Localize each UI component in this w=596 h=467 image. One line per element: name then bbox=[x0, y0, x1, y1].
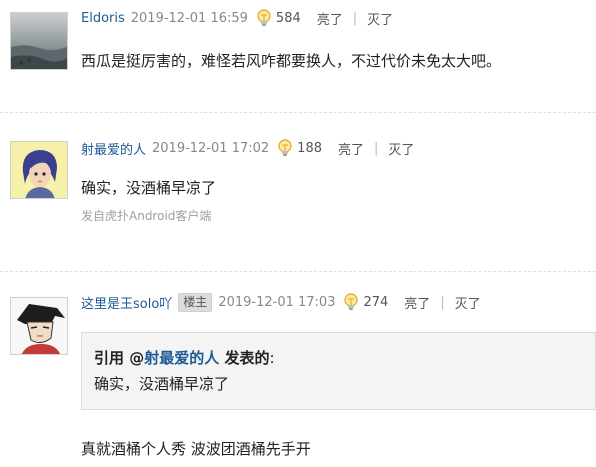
separator: | bbox=[374, 140, 379, 156]
avatar[interactable] bbox=[10, 297, 68, 355]
username[interactable]: 射最爱的人 bbox=[81, 139, 146, 158]
separator: | bbox=[352, 10, 358, 26]
post-source: 发自虎扑Android客户端 bbox=[81, 209, 212, 223]
light-button[interactable]: 亮了 bbox=[338, 139, 364, 158]
post-time: 2019-12-01 17:02 bbox=[152, 140, 270, 156]
quote-prefix: 引用 @ bbox=[94, 349, 145, 367]
post-time: 2019-12-01 17:03 bbox=[218, 294, 336, 310]
quote-colon: : bbox=[269, 349, 275, 367]
extinguish-button[interactable]: 灭了 bbox=[388, 139, 414, 158]
lightbulb-icon bbox=[256, 9, 272, 27]
lightbulb-icon bbox=[277, 139, 293, 157]
light-count: 188 bbox=[297, 140, 322, 156]
extinguish-button[interactable]: 灭了 bbox=[455, 293, 481, 312]
quote-body: 确实，没酒桶早凉了 bbox=[94, 375, 230, 393]
post-content: 确实，没酒桶早凉了 bbox=[81, 179, 217, 197]
post-divider bbox=[0, 271, 596, 272]
post-content: 西瓜是挺厉害的，难怪若风咋都要换人，不过代价未免太大吧。 bbox=[81, 52, 502, 70]
thread-owner-badge: 楼主 bbox=[178, 292, 213, 312]
quote-header: 引用 @射最爱的人 发表的: bbox=[94, 347, 275, 368]
avatar[interactable] bbox=[10, 12, 68, 70]
quote-suffix: 发表的 bbox=[219, 349, 270, 367]
post-content: 真就酒桶个人秀 波波团酒桶先手开 bbox=[81, 440, 311, 458]
light-count: 584 bbox=[275, 10, 301, 26]
extinguish-button[interactable]: 灭了 bbox=[367, 9, 393, 28]
separator: | bbox=[440, 294, 445, 310]
post-divider bbox=[0, 112, 596, 113]
quote-author-link[interactable]: 射最爱的人 bbox=[144, 349, 219, 367]
username[interactable]: 这里是王solo吖 bbox=[81, 293, 172, 312]
avatar[interactable] bbox=[10, 141, 68, 199]
light-button[interactable]: 亮了 bbox=[404, 293, 430, 312]
lightbulb-icon bbox=[343, 293, 359, 311]
light-count: 274 bbox=[363, 294, 389, 310]
light-button[interactable]: 亮了 bbox=[317, 9, 343, 28]
username[interactable]: Eldoris bbox=[81, 11, 125, 26]
quoted-reply: 引用 @射最爱的人 发表的: 确实，没酒桶早凉了 bbox=[81, 332, 596, 410]
post-time: 2019-12-01 16:59 bbox=[130, 10, 248, 26]
